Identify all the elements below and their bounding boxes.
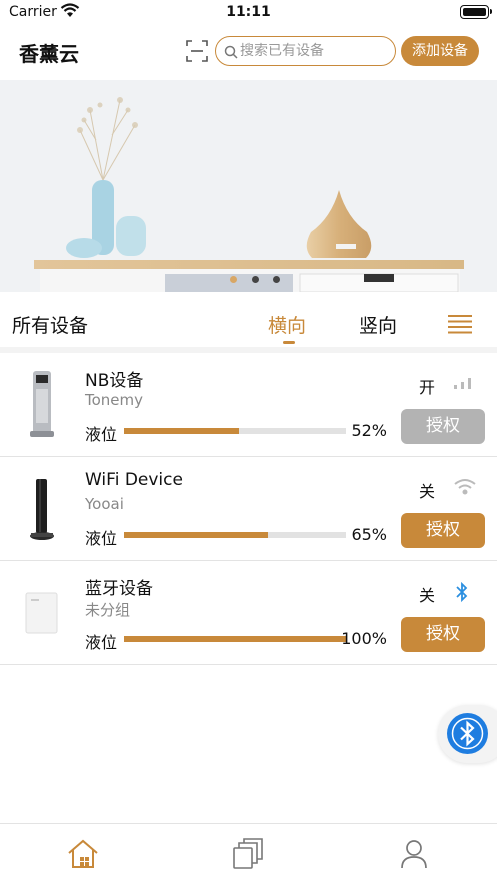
banner-carousel[interactable] — [0, 80, 497, 292]
device-name: WiFi Device — [85, 470, 183, 490]
scan-icon[interactable] — [186, 40, 208, 66]
wifi-icon — [453, 477, 477, 501]
devices-icon[interactable] — [232, 838, 264, 874]
status-time: 11:11 — [226, 4, 271, 20]
list-menu-icon[interactable] — [447, 314, 473, 338]
authorize-button[interactable]: 授权 — [401, 409, 485, 444]
search-icon — [224, 44, 238, 63]
power-state: 开 — [419, 378, 436, 397]
tab-indicator — [283, 341, 295, 344]
home-icon[interactable] — [67, 839, 99, 873]
level-label: 液位 — [85, 633, 118, 652]
level-percent: 52% — [351, 421, 387, 440]
device-name: NB设备 — [85, 371, 144, 391]
tab-vertical[interactable]: 竖向 — [359, 311, 397, 338]
level-bar-fill — [124, 636, 346, 642]
bluetooth-icon — [447, 713, 488, 754]
carousel-dot[interactable] — [252, 276, 259, 283]
banner-image — [0, 80, 497, 292]
level-label: 液位 — [85, 529, 118, 548]
device-row[interactable]: 蓝牙设备 未分组 液位 100% 关 授权 — [0, 561, 497, 665]
device-row[interactable]: NB设备 Tonemy 液位 52% 开 授权 — [0, 353, 497, 457]
power-state: 关 — [419, 586, 436, 605]
level-percent: 100% — [341, 629, 387, 648]
bluetooth-float-button[interactable] — [438, 705, 497, 763]
status-bar: Carrier 11:11 — [0, 0, 497, 26]
search-box[interactable] — [215, 36, 396, 66]
level-bar-fill — [124, 428, 240, 434]
carousel-dot[interactable] — [230, 276, 237, 283]
device-group: Tonemy — [85, 391, 144, 409]
app-title: 香薰云 — [19, 42, 79, 66]
bluetooth-icon — [453, 581, 471, 607]
battery-icon — [460, 5, 492, 19]
device-image — [22, 577, 62, 649]
power-state: 关 — [419, 482, 436, 501]
level-percent: 65% — [351, 525, 387, 544]
device-group: Yooai — [85, 495, 124, 513]
add-device-button[interactable]: 添加设备 — [401, 36, 479, 66]
device-image — [22, 473, 62, 545]
authorize-button[interactable]: 授权 — [401, 617, 485, 652]
search-input[interactable] — [240, 37, 390, 64]
device-image — [22, 369, 62, 441]
level-bar — [124, 636, 346, 642]
level-bar-fill — [124, 532, 269, 538]
device-name: 蓝牙设备 — [85, 579, 153, 599]
section-title: 所有设备 — [12, 315, 89, 337]
level-bar — [124, 428, 346, 434]
level-label: 液位 — [85, 425, 118, 444]
authorize-button[interactable]: 授权 — [401, 513, 485, 548]
device-group: 未分组 — [85, 601, 131, 619]
profile-icon[interactable] — [400, 839, 428, 873]
device-row[interactable]: WiFi Device Yooai 液位 65% 关 授权 — [0, 457, 497, 561]
level-bar — [124, 532, 346, 538]
bottom-tab-bar — [0, 823, 497, 883]
signal-icon — [453, 373, 475, 397]
carousel-dot[interactable] — [273, 276, 280, 283]
tab-horizontal[interactable]: 横向 — [268, 311, 306, 338]
